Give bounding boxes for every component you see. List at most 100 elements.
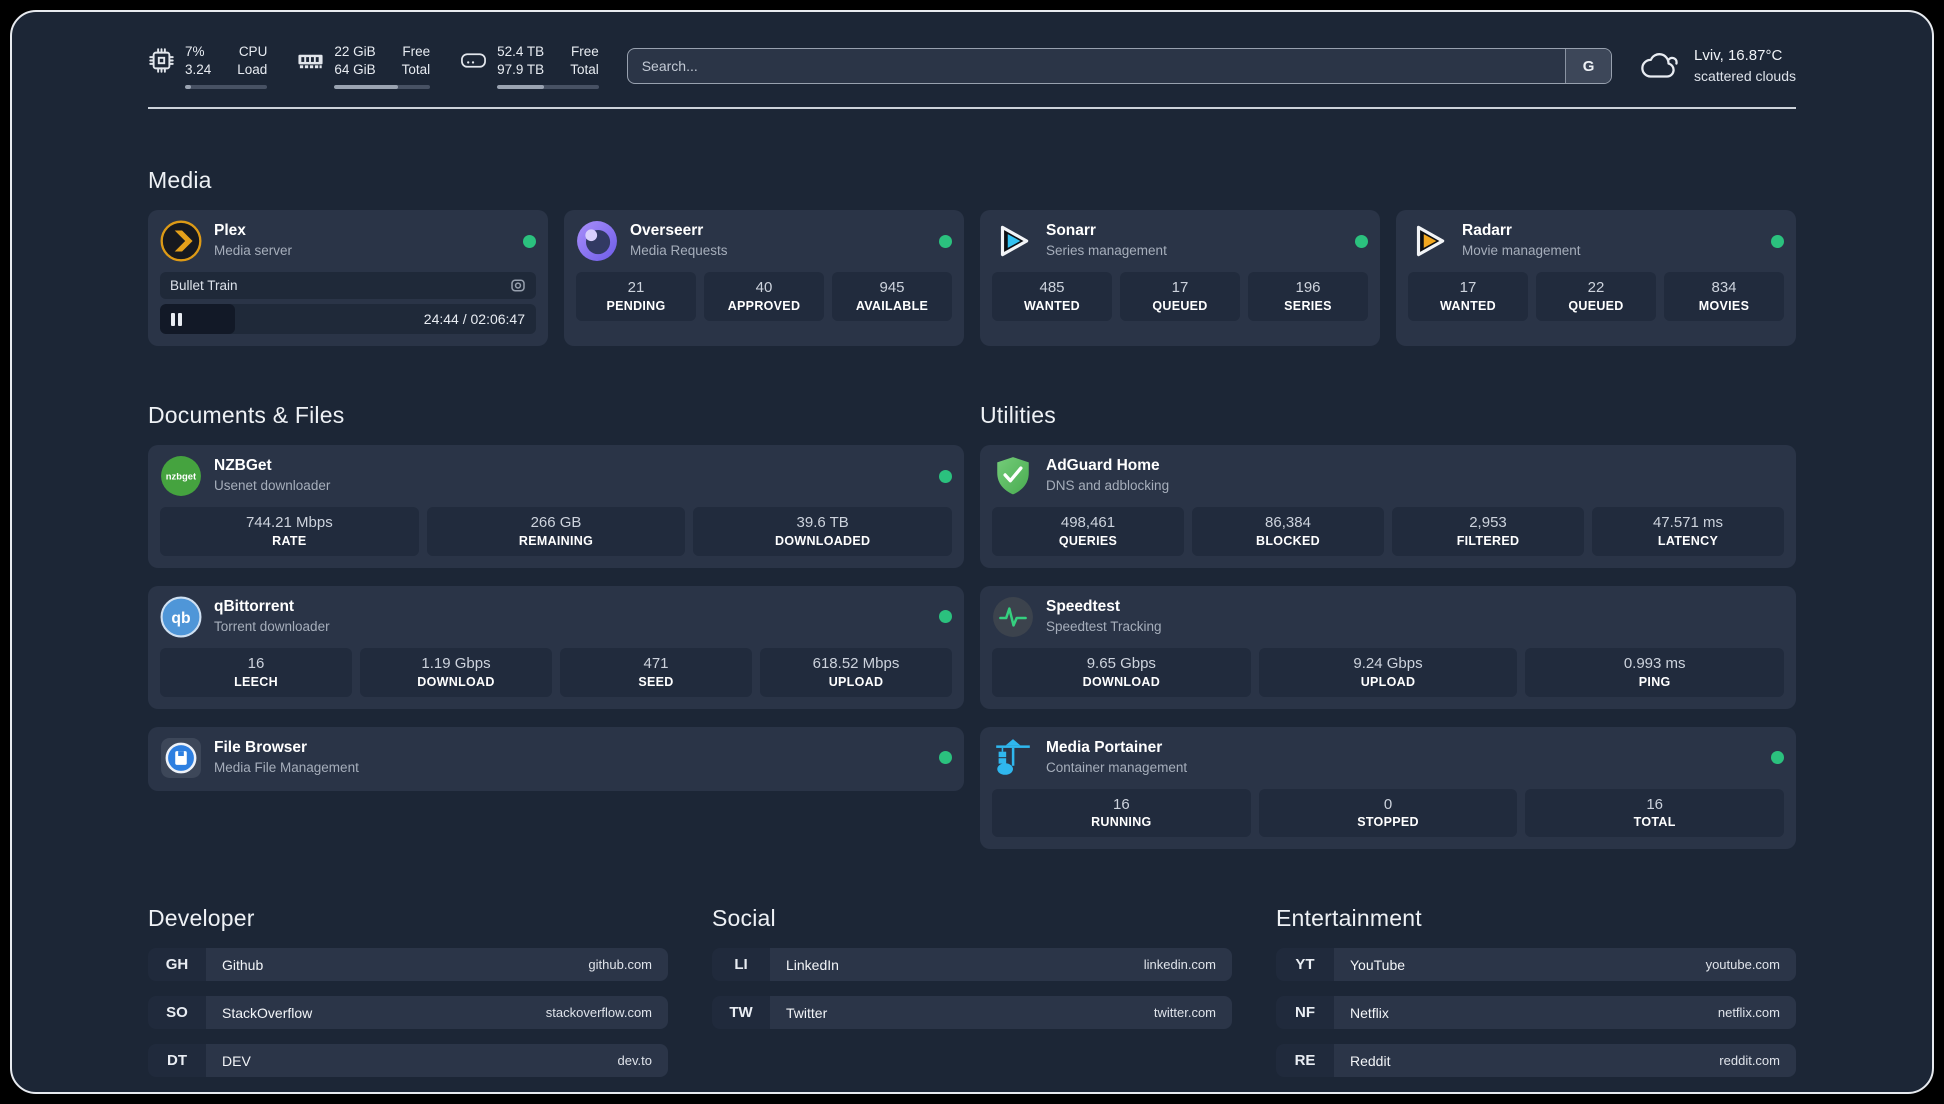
disk-icon (461, 53, 487, 68)
service-stat: 22 QUEUED (1536, 272, 1656, 321)
service-stat: 40 APPROVED (704, 272, 824, 321)
top-bar: 7% 3.24 CPU Load 22 GiB 64 GiB Free Tota… (148, 38, 1796, 94)
bookmark-twitter[interactable]: TW Twitter twitter.com (712, 996, 1232, 1030)
bookmark-group-title: Developer (148, 905, 255, 932)
bookmark-reddit[interactable]: RE Reddit reddit.com (1276, 1044, 1796, 1078)
service-stat: 834 MOVIES (1664, 272, 1784, 321)
service-stat: 47.571 ms LATENCY (1592, 507, 1784, 556)
service-description: Container management (1046, 759, 1188, 775)
service-stat: 196 SERIES (1248, 272, 1368, 321)
status-indicator (939, 610, 952, 624)
bookmark-github[interactable]: GH Github github.com (148, 948, 668, 982)
bookmark-name: LinkedIn (786, 956, 839, 973)
service-stat: 9.65 Gbps DOWNLOAD (992, 647, 1251, 697)
memory-progressbar (334, 84, 431, 90)
bookmark-url: github.com (588, 957, 652, 973)
service-description: Media File Management (214, 759, 359, 775)
bookmark-name: DEV (222, 1052, 251, 1069)
service-stat: 39.6 TB DOWNLOADED (693, 507, 953, 556)
nzbget-icon: nzbget (161, 456, 201, 496)
bookmark-youtube[interactable]: YT YouTube youtube.com (1276, 948, 1796, 982)
memory-label-top: Free (402, 43, 431, 59)
bookmark-url: youtube.com (1705, 957, 1780, 973)
bookmark-netflix[interactable]: NF Netflix netflix.com (1276, 996, 1796, 1030)
cpu-icon (149, 48, 174, 73)
filebrowser-icon (161, 737, 201, 778)
bookmark-group-developer: Developer GH Github github.com SO StackO… (148, 905, 668, 1078)
service-stat: 0 STOPPED (1258, 788, 1518, 838)
service-stat: 16 TOTAL (1525, 788, 1785, 838)
search-input[interactable] (627, 49, 1566, 83)
speedtest-icon (993, 596, 1033, 637)
playback-time: 24:44 / 02:06:47 (423, 311, 525, 327)
plex-now-playing: Bullet Train 24:44 / 02:06:47 (160, 272, 536, 334)
documents-column: Documents & Files nzbget NZBGet Usenet d… (148, 374, 964, 791)
service-description: Movie management (1462, 243, 1581, 259)
service-stat: 2,953 FILTERED (1392, 507, 1584, 556)
service-card-portainer[interactable]: Media Portainer Container management 16 … (980, 726, 1796, 850)
service-card-plex[interactable]: Plex Media server Bullet Train 24:44 / 0… (148, 210, 548, 346)
bookmark-stackoverflow[interactable]: SO StackOverflow stackoverflow.com (148, 996, 668, 1030)
now-playing-title: Bullet Train (170, 278, 238, 293)
service-stat: 1.19 Gbps DOWNLOAD (360, 647, 552, 697)
status-indicator (1771, 751, 1784, 764)
service-name: Media Portainer (1046, 738, 1163, 756)
service-description: Usenet downloader (214, 478, 331, 494)
bookmark-name: Twitter (786, 1004, 828, 1021)
disk-total: 97.9 TB (497, 62, 545, 77)
overseerr-icon (577, 221, 617, 261)
service-stat: 86,384 BLOCKED (1192, 507, 1384, 556)
service-card-qbittorrent[interactable]: qb qBittorrent Torrent downloader 16 LEE… (148, 585, 964, 709)
status-indicator (939, 751, 952, 764)
service-card-sonarr[interactable]: Sonarr Series management 485 WANTED 17 Q… (980, 210, 1380, 346)
service-name: File Browser (214, 738, 308, 756)
search-provider-button[interactable]: G (1565, 49, 1612, 83)
service-card-overseerr[interactable]: Overseerr Media Requests 21 PENDING 40 A… (564, 210, 964, 346)
playback-progressbar: 24:44 / 02:06:47 (160, 304, 536, 334)
pause-button[interactable] (171, 312, 182, 326)
service-card-filebrowser[interactable]: File Browser Media File Management (148, 726, 964, 791)
service-name: Overseerr (630, 222, 704, 240)
memory-label-bottom: Total (401, 62, 431, 77)
service-stat: 0.993 ms PING (1525, 647, 1785, 697)
service-card-radarr[interactable]: Radarr Movie management 17 WANTED 22 QUE… (1396, 210, 1796, 346)
bookmark-group-title: Social (712, 905, 776, 932)
cpu-label-bottom: Load (237, 62, 268, 77)
service-stat: 17 QUEUED (1120, 272, 1240, 321)
service-description: Series management (1046, 243, 1167, 259)
bookmark-linkedin[interactable]: LI LinkedIn linkedin.com (712, 948, 1232, 982)
memory-widget: 22 GiB 64 GiB Free Total (297, 43, 431, 90)
bookmark-url: stackoverflow.com (545, 1005, 652, 1021)
service-name: Sonarr (1046, 222, 1096, 240)
service-stat: 21 PENDING (576, 272, 696, 321)
dashboard-panel: 7% 3.24 CPU Load 22 GiB 64 GiB Free Tota… (10, 10, 1934, 1094)
session-type-icon (511, 279, 525, 292)
service-name: NZBGet (214, 457, 272, 475)
service-stat: 744.21 Mbps RATE (160, 507, 419, 556)
bookmark-group-title: Entertainment (1276, 905, 1422, 932)
svg-text:nzbget: nzbget (166, 472, 197, 483)
service-card-adguard[interactable]: AdGuard Home DNS and adblocking 498,461 … (980, 445, 1796, 568)
status-indicator (1771, 234, 1784, 248)
service-stat: 471 SEED (560, 647, 752, 697)
group-title-utilities: Utilities (980, 402, 1056, 428)
service-description: Torrent downloader (214, 619, 330, 635)
header-divider (148, 107, 1796, 109)
service-description: Speedtest Tracking (1046, 619, 1162, 635)
service-card-nzbget[interactable]: nzbget NZBGet Usenet downloader 744.21 M… (148, 445, 964, 568)
bookmark-dev[interactable]: DT DEV dev.to (148, 1044, 668, 1078)
service-name: qBittorrent (214, 598, 295, 616)
cloud-icon (1641, 53, 1678, 78)
bookmark-name: Netflix (1350, 1004, 1389, 1021)
service-card-speedtest[interactable]: Speedtest Speedtest Tracking 9.65 Gbps D… (980, 585, 1796, 709)
service-stat: 9.24 Gbps UPLOAD (1258, 647, 1518, 697)
bookmark-name: YouTube (1350, 956, 1406, 973)
bookmark-url: twitter.com (1153, 1005, 1216, 1021)
weather-widget: Lviv, 16.87°C scattered clouds (1640, 46, 1796, 85)
service-stat: 498,461 QUERIES (992, 507, 1184, 556)
service-description: Media server (214, 243, 293, 259)
sonarr-icon (1000, 225, 1029, 257)
service-name: Radarr (1462, 222, 1512, 240)
bookmark-url: linkedin.com (1143, 957, 1216, 973)
search-box: G (626, 48, 1613, 84)
